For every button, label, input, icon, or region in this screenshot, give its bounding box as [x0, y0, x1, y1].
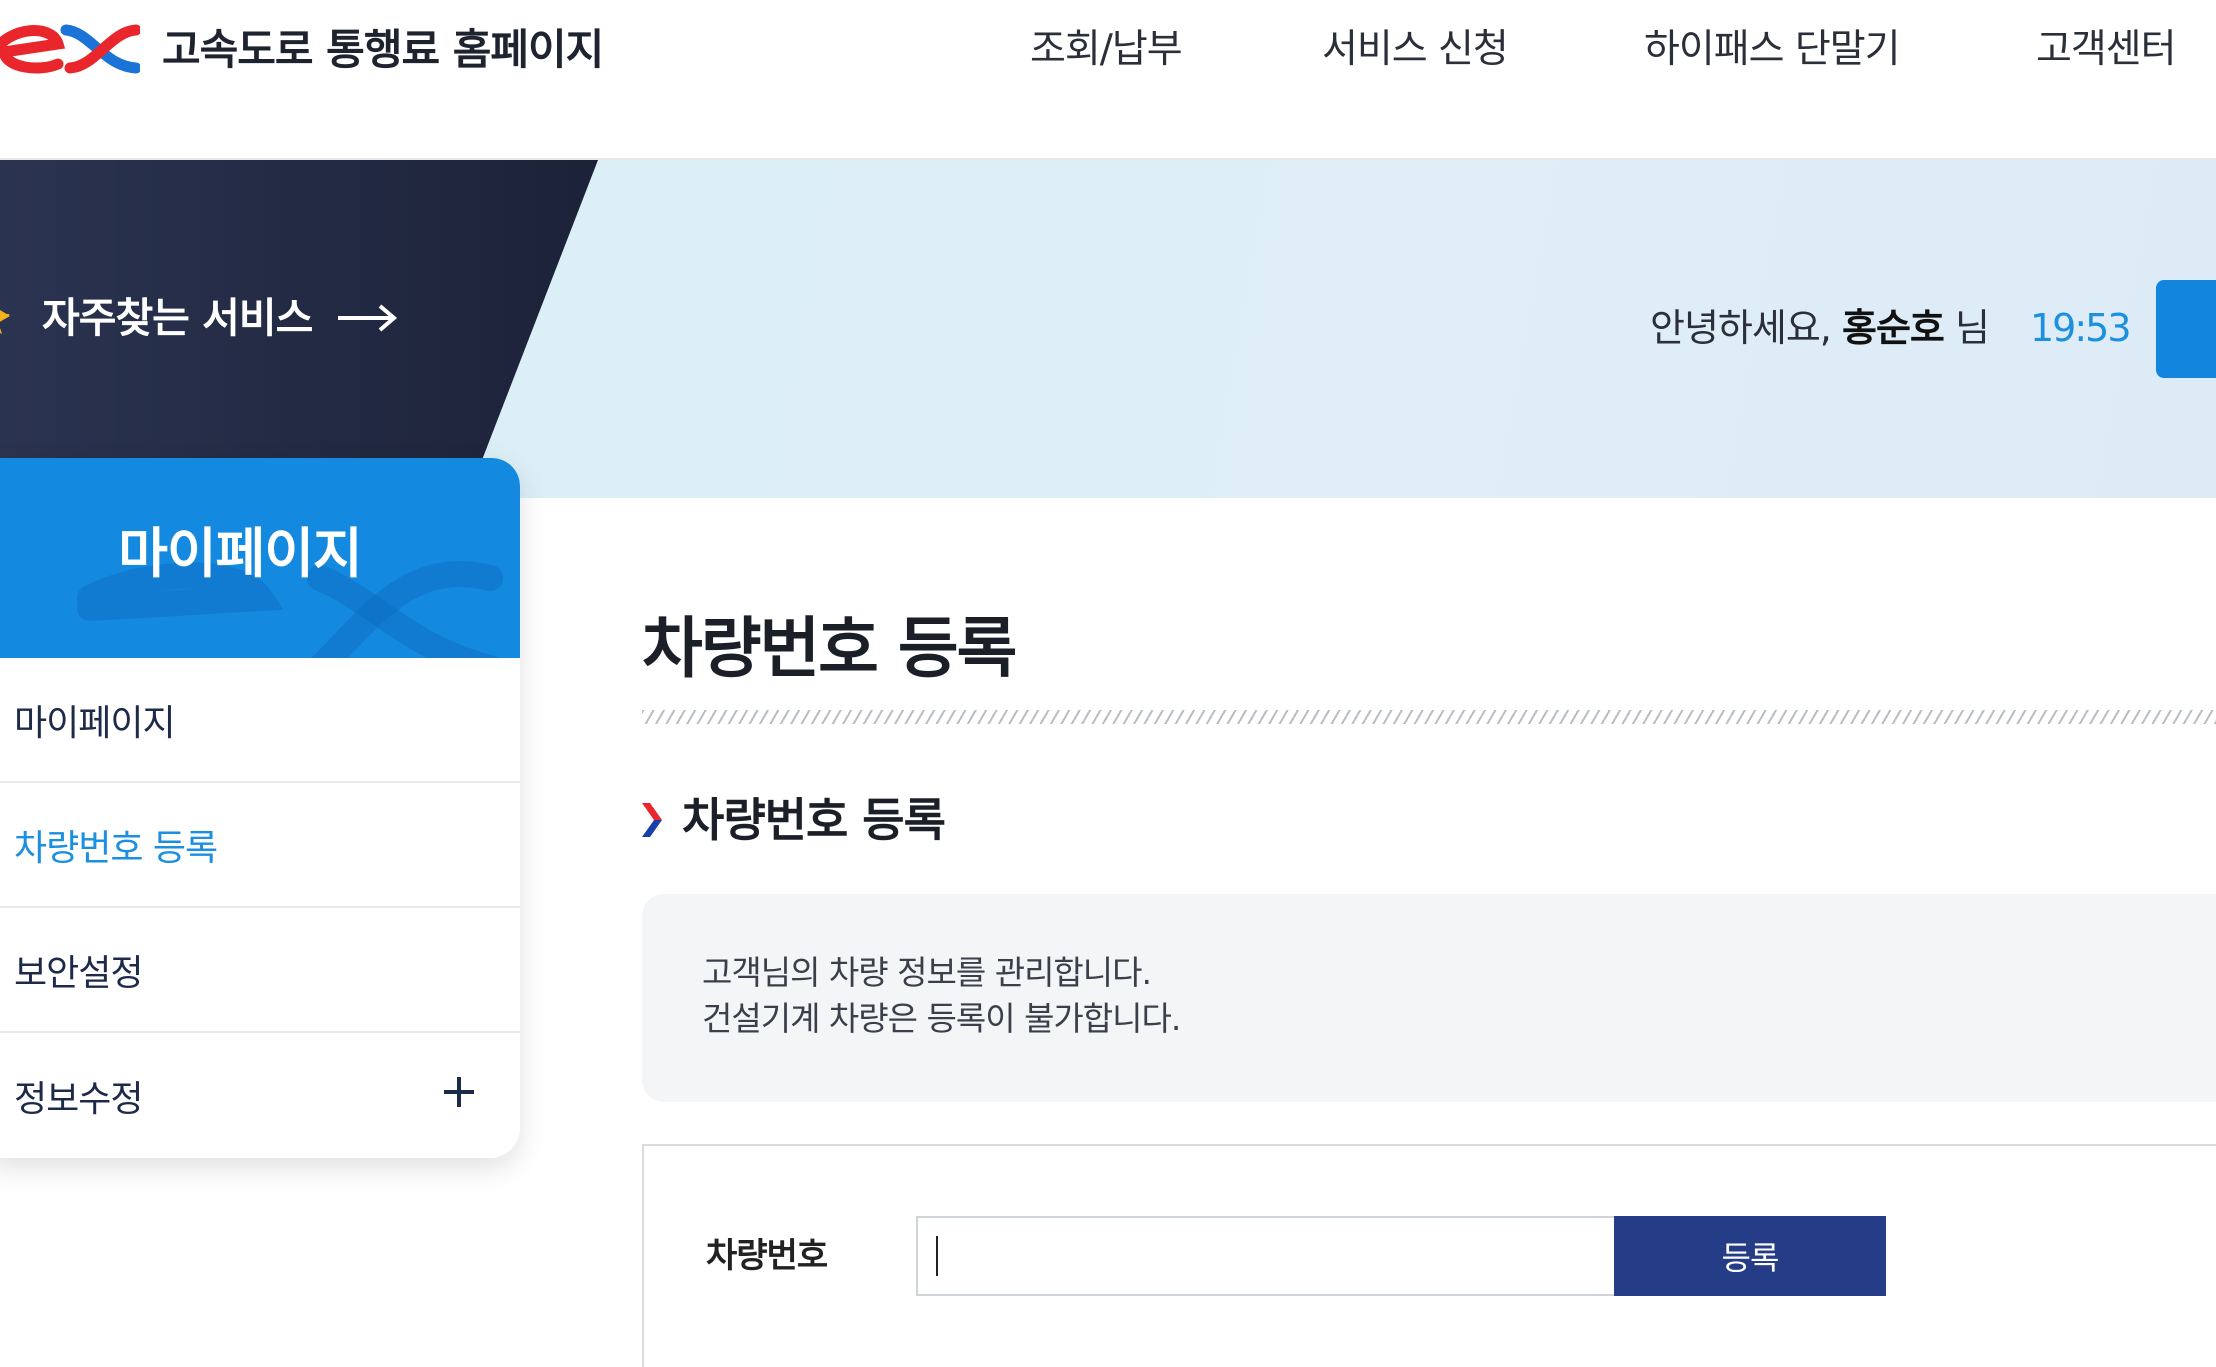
greeting-suffix: 님 [1954, 306, 1990, 350]
sidebar-item-mypage[interactable]: 마이페이지 [0, 658, 520, 783]
sidebar-header: 마이페이지 [0, 458, 520, 658]
global-nav: 조회/납부 서비스 신청 하이패스 단말기 고객센터 [0, 22, 2216, 78]
sidebar-item-label: 정보수정 [14, 1078, 143, 1120]
sidebar-item-vehicle-registration[interactable]: 차량번호 등록 [0, 783, 520, 908]
chevron-right-icon [642, 803, 662, 837]
page-root: 고속도로 통행료 홈페이지 조회/납부 서비스 신청 하이패스 단말기 고객센터… [0, 0, 2216, 1367]
greeting-prefix: 안녕하세요, [1650, 306, 1832, 350]
greeting-text: 안녕하세요, 홍순호 님 [1650, 298, 1990, 358]
register-button[interactable]: 등록 [1614, 1216, 1886, 1296]
sidebar: 마이페이지 마이페이지 차량번호 등록 보안설정 정보수정 [0, 458, 520, 1158]
notice-box: 고객님의 차량 정보를 관리합니다. 건설기계 차량은 등록이 불가합니다. [642, 894, 2216, 1102]
arrow-right-icon [338, 304, 398, 332]
header: 고속도로 통행료 홈페이지 조회/납부 서비스 신청 하이패스 단말기 고객센터 [0, 0, 2216, 160]
sidebar-title: 마이페이지 [118, 522, 362, 585]
page-title: 차량번호 등록 [642, 610, 1017, 687]
text-caret [936, 1236, 938, 1276]
nav-item-hipass-device[interactable]: 하이패스 단말기 [1644, 22, 1901, 78]
vehicle-form: 차량번호 등록 [642, 1144, 2216, 1367]
section-title: 차량번호 등록 [682, 793, 946, 847]
user-name: 홍순호 [1841, 306, 1945, 350]
plus-icon[interactable] [442, 1075, 476, 1109]
vehicle-number-label: 차량번호 [706, 1236, 828, 1276]
star-icon [0, 310, 10, 334]
sidebar-item-edit-info[interactable]: 정보수정 [0, 1033, 520, 1158]
nav-item-service-apply[interactable]: 서비스 신청 [1322, 22, 1509, 78]
session-extend-button[interactable] [2156, 280, 2216, 378]
notice-line: 고객님의 차량 정보를 관리합니다. [702, 953, 1152, 992]
favorite-services-link[interactable]: 자주찾는 서비스 [0, 288, 398, 348]
nav-item-customer-center[interactable]: 고객센터 [2036, 22, 2177, 78]
title-divider [642, 710, 2216, 724]
vehicle-number-input[interactable] [916, 1216, 1616, 1296]
notice-line: 건설기계 차량은 등록이 불가합니다. [702, 999, 1181, 1038]
section-header: 차량번호 등록 [640, 790, 946, 850]
session-timer: 19:53 [2030, 306, 2132, 350]
favorite-services-label: 자주찾는 서비스 [42, 294, 313, 342]
nav-item-inquiry-payment[interactable]: 조회/납부 [1030, 22, 1183, 78]
sidebar-item-security-settings[interactable]: 보안설정 [0, 908, 520, 1033]
